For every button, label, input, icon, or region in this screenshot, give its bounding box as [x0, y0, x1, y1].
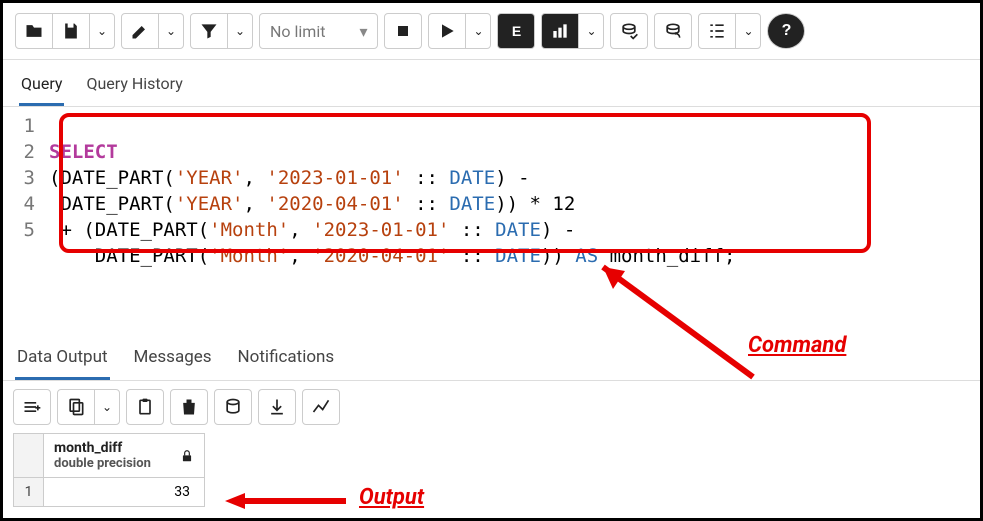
- limit-dropdown[interactable]: No limit ▾: [259, 13, 378, 49]
- row-number: 1: [14, 478, 44, 507]
- filter-dropdown[interactable]: ⌄: [227, 13, 253, 49]
- editor-tabs: Query Query History: [3, 60, 980, 107]
- tab-messages[interactable]: Messages: [132, 341, 214, 380]
- execute-dropdown[interactable]: ⌄: [465, 13, 491, 49]
- result-tabs: Data Output Messages Notifications: [3, 335, 980, 381]
- results-grid: month_diff double precision 1 33: [13, 433, 205, 507]
- column-header[interactable]: month_diff double precision: [44, 434, 205, 478]
- macros-dropdown[interactable]: ⌄: [735, 13, 761, 49]
- output-arrow: [221, 489, 351, 513]
- table-row[interactable]: 1 33: [14, 478, 205, 507]
- filter-button[interactable]: [190, 13, 228, 49]
- tab-notifications[interactable]: Notifications: [236, 341, 337, 380]
- sql-editor-wrap: 1 2 3 4 5 SELECT (DATE_PART('YEAR', '202…: [3, 107, 980, 335]
- sql-editor[interactable]: 1 2 3 4 5 SELECT (DATE_PART('YEAR', '202…: [3, 107, 980, 335]
- column-type: double precision: [54, 456, 151, 471]
- download-button[interactable]: [258, 389, 296, 425]
- macros-button[interactable]: [698, 13, 736, 49]
- save-data-button[interactable]: [214, 389, 252, 425]
- rollback-button[interactable]: [654, 13, 692, 49]
- explain-button[interactable]: E: [497, 13, 535, 49]
- main-toolbar: ⌄ ⌄ ⌄ No limit ▾ ⌄ E ⌄ ⌄ ?: [3, 3, 980, 60]
- result-toolbar: ⌄: [3, 381, 980, 433]
- tab-data-output[interactable]: Data Output: [15, 341, 110, 380]
- edit-dropdown[interactable]: ⌄: [158, 13, 184, 49]
- limit-label: No limit: [270, 22, 325, 41]
- output-annotation: Output: [359, 485, 424, 510]
- chevron-down-icon: ▾: [359, 22, 367, 41]
- paste-button[interactable]: [126, 389, 164, 425]
- line-gutter: 1 2 3 4 5: [3, 113, 49, 295]
- help-button[interactable]: ?: [767, 13, 805, 49]
- row-header-blank: [14, 434, 44, 478]
- copy-dropdown[interactable]: ⌄: [94, 389, 120, 425]
- copy-button[interactable]: [57, 389, 95, 425]
- stop-button[interactable]: [384, 13, 422, 49]
- delete-button[interactable]: [170, 389, 208, 425]
- cell-value[interactable]: 33: [44, 478, 205, 507]
- column-name: month_diff: [54, 440, 151, 456]
- open-file-button[interactable]: [15, 13, 53, 49]
- graph-button[interactable]: [302, 389, 340, 425]
- commit-button[interactable]: [610, 13, 648, 49]
- code-area[interactable]: SELECT (DATE_PART('YEAR', '2023-01-01' :…: [49, 113, 980, 295]
- save-dropdown[interactable]: ⌄: [89, 13, 115, 49]
- save-button[interactable]: [52, 13, 90, 49]
- explain-analyze-button[interactable]: [541, 13, 579, 49]
- explain-analyze-dropdown[interactable]: ⌄: [578, 13, 604, 49]
- tab-query[interactable]: Query: [19, 68, 64, 106]
- execute-button[interactable]: [428, 13, 466, 49]
- tab-query-history[interactable]: Query History: [84, 68, 184, 106]
- edit-button[interactable]: [121, 13, 159, 49]
- lock-icon: [180, 449, 194, 463]
- add-row-button[interactable]: [13, 389, 51, 425]
